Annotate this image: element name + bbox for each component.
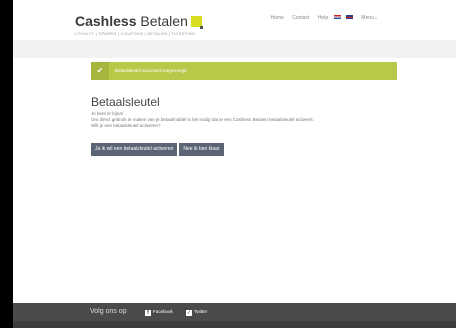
intro-line-3: Wilt je een betaalsleutel activeren?	[91, 123, 161, 128]
twitter-link[interactable]: ✓ Twitter	[186, 309, 207, 316]
facebook-icon: f	[145, 310, 151, 316]
nav-help[interactable]: Help	[318, 15, 328, 21]
alert-message: Betaalsleutel succesvol toegevoegd	[115, 68, 187, 73]
main-content: Betaalsleutel Je bent er bijna! Om direc…	[91, 96, 397, 129]
twitter-label: Twitter	[194, 309, 208, 314]
twitter-icon: ✓	[186, 310, 192, 316]
logo-mark-icon	[190, 16, 203, 29]
action-buttons: Ja ik wil een betaalsleutel activeren Nee…	[91, 143, 224, 161]
page-title: Betaalsleutel	[91, 95, 160, 109]
logo-title: Cashless Betalen	[75, 13, 203, 29]
footer-bottom-bar	[13, 321, 456, 328]
facebook-label: Facebook	[153, 309, 173, 314]
menu-label: Menu	[361, 15, 374, 21]
logo-rest: Betalen	[140, 13, 188, 29]
browser-page: Cashless Betalen LOYALTY | SPAREN | COUP…	[13, 0, 456, 328]
top-nav: Home Contact Help Menu⌄	[263, 15, 378, 21]
nav-home[interactable]: Home	[270, 15, 283, 21]
facebook-link[interactable]: f Facebook	[145, 309, 173, 316]
done-button[interactable]: Nee ik ben klaar	[179, 143, 224, 156]
site-header: Cashless Betalen LOYALTY | SPAREN | COUP…	[13, 0, 456, 40]
nav-contact[interactable]: Contact	[292, 15, 309, 21]
sub-header-band	[13, 40, 456, 58]
flag-nl-icon[interactable]	[333, 15, 341, 19]
chevron-down-icon: ⌄	[373, 15, 378, 21]
check-icon: ✔	[91, 62, 109, 80]
follow-us-label: Volg ons op	[90, 308, 127, 315]
site-footer: Volg ons op f Facebook ✓ Twitter	[13, 303, 456, 321]
logo[interactable]: Cashless Betalen LOYALTY | SPAREN | COUP…	[75, 13, 203, 36]
flag-en-icon[interactable]	[345, 15, 353, 19]
activate-key-button[interactable]: Ja ik wil een betaalsleutel activeren	[91, 143, 178, 156]
success-alert: ✔ Betaalsleutel succesvol toegevoegd	[91, 62, 397, 80]
menu-button[interactable]: Menu⌄	[361, 15, 378, 21]
logo-bold: Cashless	[75, 13, 137, 29]
logo-tagline: LOYALTY | SPAREN | COUPONS | BETALEN | T…	[75, 31, 196, 36]
